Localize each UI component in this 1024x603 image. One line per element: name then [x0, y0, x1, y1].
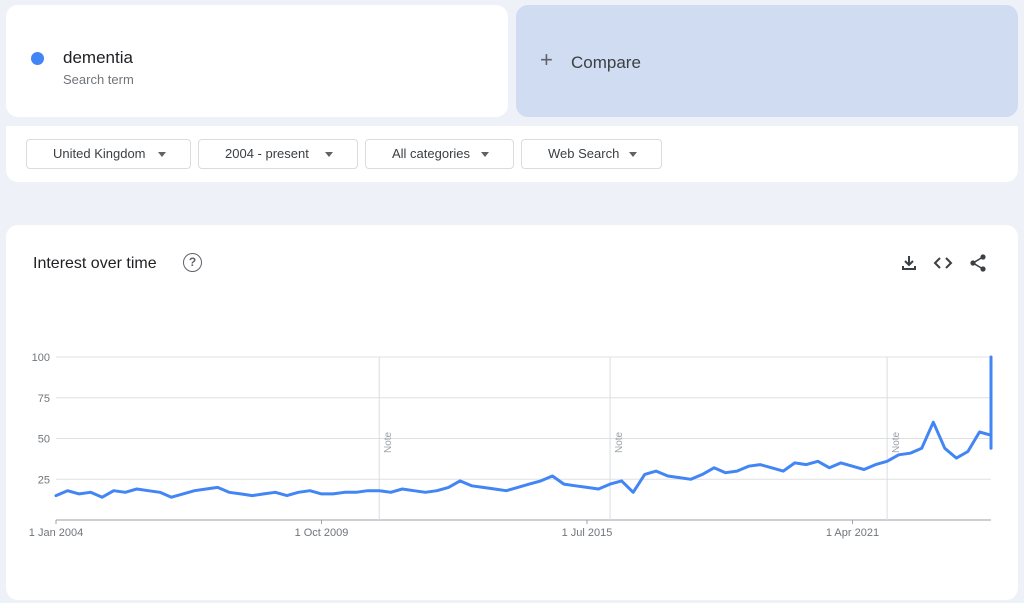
y-tick-label: 25	[38, 474, 50, 486]
x-tick-label: 1 Jan 2004	[29, 527, 83, 539]
category-filter-label: All categories	[392, 146, 471, 161]
compare-button[interactable]: + Compare	[516, 5, 1018, 117]
interest-line-chart: 100 75 50 25 1 Jan 2004 1 Oct 2009 1 Jul 2015 1…	[29, 352, 993, 539]
search-term-card[interactable]: dementia Search term	[6, 5, 508, 117]
time-range-filter-dropdown[interactable]: 2004 - present	[198, 139, 358, 169]
note-label: Note	[891, 431, 902, 453]
interest-over-time-card: Interest over time ? 100 75 50 25 1 Jan 2004…	[6, 225, 1018, 600]
filters-bar: United Kingdom 2004 - present All catego…	[6, 126, 1018, 182]
plus-icon: +	[540, 47, 553, 72]
search-type-filter-dropdown[interactable]: Web Search	[521, 139, 662, 169]
region-filter-label: United Kingdom	[53, 146, 146, 161]
compare-label: Compare	[571, 53, 641, 72]
y-tick-label: 75	[38, 393, 50, 405]
search-term-color-dot	[31, 52, 44, 65]
x-tick-label: 1 Apr 2021	[826, 527, 879, 539]
y-tick-label: 100	[32, 352, 50, 364]
x-tick-label: 1 Oct 2009	[295, 527, 349, 539]
search-type-filter-label: Web Search	[548, 146, 620, 161]
interest-series-line	[54, 355, 993, 499]
time-range-filter-label: 2004 - present	[225, 146, 309, 161]
note-label: Note	[383, 431, 394, 453]
region-filter-dropdown[interactable]: United Kingdom	[26, 139, 191, 169]
caret-down-icon	[325, 152, 333, 157]
search-term-name[interactable]: dementia	[63, 48, 133, 68]
caret-down-icon	[481, 152, 489, 157]
search-term-subtitle: Search term	[63, 72, 134, 87]
caret-down-icon	[158, 152, 166, 157]
y-tick-label: 50	[38, 434, 50, 446]
caret-down-icon	[629, 152, 637, 157]
note-label: Note	[614, 431, 625, 453]
x-tick-label: 1 Jul 2015	[562, 527, 613, 539]
category-filter-dropdown[interactable]: All categories	[365, 139, 514, 169]
